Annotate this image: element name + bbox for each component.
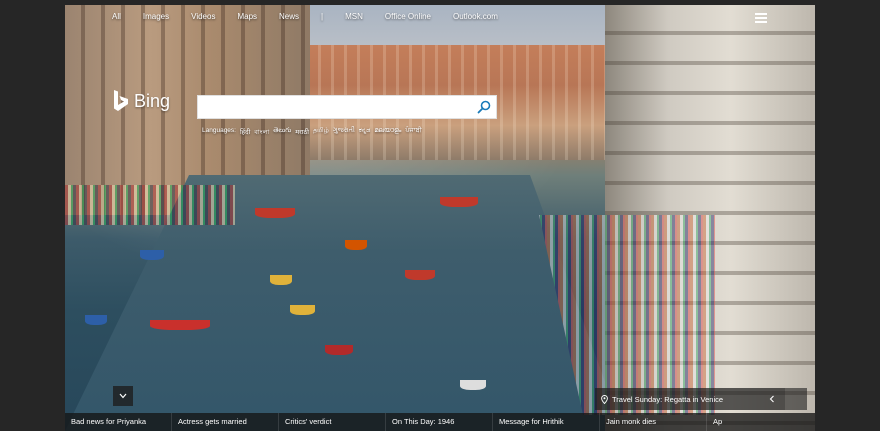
search-icon: [477, 100, 491, 114]
languages-label: Languages:: [202, 127, 236, 134]
boat: [460, 380, 486, 390]
language-link[interactable]: ਪੰਜਾਬੀ: [405, 127, 421, 138]
news-item[interactable]: Actress gets married: [172, 413, 279, 431]
news-item[interactable]: Ap: [707, 413, 815, 431]
language-link[interactable]: বাংলা: [254, 127, 269, 138]
language-link[interactable]: मराठी: [295, 127, 309, 138]
boat: [140, 250, 164, 260]
boat: [150, 320, 210, 330]
news-item[interactable]: Bad news for Priyanka: [65, 413, 172, 431]
hamburger-menu-icon[interactable]: [755, 13, 767, 23]
news-item[interactable]: Message for Hrithik: [493, 413, 600, 431]
bing-logo-text: Bing: [134, 90, 171, 111]
boat: [290, 305, 315, 315]
language-link[interactable]: తెలుగు: [273, 127, 291, 138]
chevron-left-icon[interactable]: [769, 395, 775, 403]
nav-videos[interactable]: Videos: [191, 12, 215, 21]
language-link[interactable]: ಕನ್ನಡ: [359, 127, 371, 138]
news-item[interactable]: Critics' verdict: [279, 413, 386, 431]
boat: [345, 240, 367, 250]
bing-logo[interactable]: Bing: [112, 89, 170, 113]
nav-maps[interactable]: Maps: [237, 12, 257, 21]
news-item[interactable]: Jain monk dies: [600, 413, 707, 431]
search-input[interactable]: [198, 96, 472, 118]
nav-all[interactable]: All: [112, 12, 121, 21]
language-link[interactable]: தமிழ்: [313, 127, 329, 138]
nav-images[interactable]: Images: [143, 12, 169, 21]
boat: [270, 275, 292, 285]
nav-outlook[interactable]: Outlook.com: [453, 12, 498, 21]
boat: [440, 197, 478, 207]
nav-news[interactable]: News: [279, 12, 299, 21]
language-link[interactable]: हिंदी: [240, 127, 250, 138]
languages-bar: Languages: हिंदी বাংলা తెలుగు मराठी தமிழ…: [202, 127, 422, 138]
language-link[interactable]: ગુજરાતી: [333, 127, 355, 138]
search-box: [197, 95, 497, 119]
nav-msn[interactable]: MSN: [345, 12, 363, 21]
nav-separator: |: [321, 12, 324, 21]
caption-text[interactable]: Travel Sunday: Regatta in Venice: [612, 395, 723, 404]
language-link[interactable]: മലയാളം: [374, 127, 401, 138]
boat: [255, 208, 295, 218]
next-image-button[interactable]: [785, 388, 807, 410]
boat: [85, 315, 107, 325]
nav-office-online[interactable]: Office Online: [385, 12, 431, 21]
top-nav: All Images Videos Maps News | MSN Office…: [112, 12, 520, 21]
image-caption: Travel Sunday: Regatta in Venice: [595, 388, 785, 410]
boat: [325, 345, 353, 355]
background-image: All Images Videos Maps News | MSN Office…: [65, 5, 815, 431]
news-bar: Bad news for Priyanka Actress gets marri…: [65, 413, 815, 431]
location-pin-icon: [601, 394, 608, 404]
search-button[interactable]: [472, 96, 496, 118]
chevron-down-icon: [119, 393, 127, 399]
boat: [405, 270, 435, 280]
news-item[interactable]: On This Day: 1946: [386, 413, 493, 431]
crowd-left: [65, 185, 235, 225]
collapse-button[interactable]: [113, 386, 133, 406]
bing-logo-icon: [114, 90, 128, 111]
